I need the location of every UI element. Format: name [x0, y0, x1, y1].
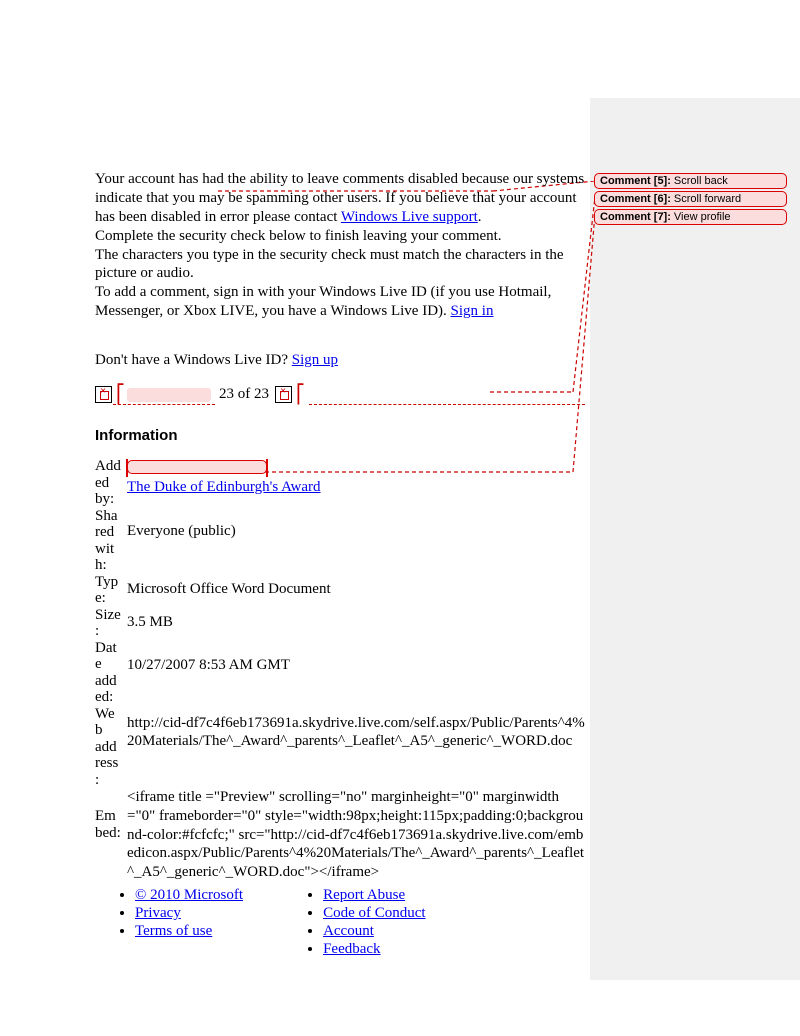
comment-text: Scroll forward — [674, 193, 741, 205]
comment-7[interactable]: Comment [7]: View profile — [594, 209, 787, 225]
value-date-added: 10/27/2007 8:53 AM GMT — [127, 640, 585, 706]
footer-account-link[interactable]: Account — [323, 923, 374, 939]
paragraph-security-check: Complete the security check below to fin… — [95, 227, 585, 246]
bracket-icon: ⎡ — [296, 384, 305, 405]
comment-label: Comment [5]: — [600, 175, 671, 187]
paragraph-signin: To add a comment, sign in with your Wind… — [95, 283, 585, 321]
comment-6[interactable]: Comment [6]: Scroll forward — [594, 191, 787, 207]
value-added-by: The Duke of Edinburgh's Award — [127, 458, 585, 508]
footer-conduct-link[interactable]: Code of Conduct — [323, 905, 426, 921]
value-type: Microsoft Office Word Document — [127, 574, 585, 607]
comment-label: Comment [7]: — [600, 211, 671, 223]
bracket-icon: ⎡ — [116, 384, 125, 405]
footer-links: © 2010 Microsoft Privacy Terms of use Re… — [95, 886, 585, 959]
label-date-added: Dateadded: — [95, 640, 127, 706]
paragraph-characters: The characters you type in the security … — [95, 246, 585, 284]
footer-terms-link[interactable]: Terms of use — [135, 923, 212, 939]
value-web-address: http://cid-df7c4f6eb173691a.skydrive.liv… — [127, 706, 585, 789]
paragraph-signup: Don't have a Windows Live ID? Sign up — [95, 351, 585, 370]
footer-feedback-link[interactable]: Feedback — [323, 941, 380, 957]
windows-live-support-link[interactable]: Windows Live support — [341, 209, 478, 225]
annotation-dash — [113, 404, 215, 405]
footer-privacy-link[interactable]: Privacy — [135, 905, 181, 921]
paragraph-disabled-notice: Your account has had the ability to leav… — [95, 170, 585, 227]
broken-image-icon[interactable] — [275, 386, 292, 403]
value-size: 3.5 MB — [127, 607, 585, 640]
label-embed: Embed: — [95, 788, 127, 882]
footer-report-abuse-link[interactable]: Report Abuse — [323, 887, 405, 903]
footer-col-right: Report Abuse Code of Conduct Account Fee… — [283, 886, 426, 959]
comment-text: View profile — [674, 211, 731, 223]
label-type: Type: — [95, 574, 127, 607]
pager-text: 23 of 23 — [219, 386, 269, 403]
sidebar-background — [590, 98, 800, 980]
sign-in-link[interactable]: Sign in — [451, 303, 494, 319]
comments-panel: Comment [5]: Scroll back Comment [6]: Sc… — [594, 173, 787, 227]
added-by-link[interactable]: The Duke of Edinburgh's Award — [127, 479, 321, 495]
footer-col-left: © 2010 Microsoft Privacy Terms of use — [95, 886, 243, 959]
sign-up-link[interactable]: Sign up — [292, 352, 338, 368]
label-size: Size: — [95, 607, 127, 640]
label-added-by: Addedby: — [95, 458, 127, 508]
label-shared-with: Sharedwith: — [95, 508, 127, 574]
broken-image-icon[interactable] — [95, 386, 112, 403]
pager: ⎡ 23 of 23 ⎡ — [95, 384, 585, 405]
annotation-highlight — [127, 460, 267, 474]
annotation-dash — [309, 404, 585, 405]
value-shared-with: Everyone (public) — [127, 508, 585, 574]
annotation-highlight — [127, 388, 211, 402]
information-heading: Information — [95, 427, 585, 444]
info-table: Addedby: The Duke of Edinburgh's Award S… — [95, 458, 585, 882]
comment-text: Scroll back — [674, 175, 728, 187]
value-embed: <iframe title ="Preview" scrolling="no" … — [127, 788, 585, 882]
label-web-address: Webaddress: — [95, 706, 127, 789]
comment-label: Comment [6]: — [600, 193, 671, 205]
comment-5[interactable]: Comment [5]: Scroll back — [594, 173, 787, 189]
footer-copyright-link[interactable]: © 2010 Microsoft — [135, 887, 243, 903]
document-body: Your account has had the ability to leav… — [95, 170, 585, 959]
